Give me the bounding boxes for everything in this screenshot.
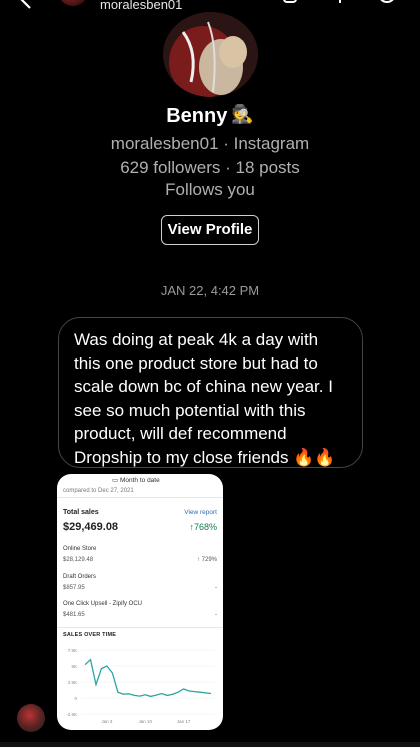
sales-row-label: One Click Upsell - Zipify OCU (63, 601, 143, 607)
header-avatar[interactable] (58, 0, 88, 6)
y-tick-label: 2.5K (68, 680, 77, 685)
message-bubble[interactable]: Was doing at peak 4k a day with this one… (58, 317, 363, 468)
date-range-button: ▭ Month to date (112, 476, 160, 484)
sales-row-change: ↑ 729% (196, 557, 217, 563)
divider (57, 627, 223, 628)
composer-edge (0, 742, 420, 747)
total-sales-label: Total sales (63, 509, 99, 516)
detective-emoji: 🕵 (231, 104, 254, 124)
view-report-link: View report (184, 509, 217, 516)
sales-chart: 7.5K 5K 2.5K 0 -2.5K Jan 3 Jan 10 Jan 17 (66, 648, 215, 724)
chart-title: SALES OVER TIME (63, 632, 117, 638)
sales-row-label: Draft Orders (63, 574, 97, 580)
y-tick-label: -2.5K (66, 712, 77, 717)
total-sales-change: ↑768% (189, 522, 217, 532)
sales-series-line (84, 658, 212, 698)
sales-row-value: $28,129.48 (63, 557, 94, 563)
y-tick-label: 0 (74, 696, 77, 701)
total-sales-value: $29,469.08 (63, 521, 119, 533)
profile-photo (163, 12, 258, 97)
profile-name-row: Benny 🕵 (0, 104, 420, 128)
sales-row-change: - (215, 612, 217, 618)
profile-handle: moralesben01 · Instagram (110, 134, 310, 153)
y-tick-label: 5K (71, 664, 77, 669)
x-tick-label: Jan 17 (177, 719, 191, 724)
sales-row-change: - (215, 585, 217, 591)
x-tick-label: Jan 10 (139, 719, 153, 724)
y-tick-label: 7.5K (68, 648, 77, 653)
calendar-icon: ▭ (112, 477, 119, 484)
profile-avatar[interactable] (163, 12, 258, 97)
profile-name: Benny (166, 105, 228, 127)
sales-row-value: $857.95 (63, 585, 85, 591)
phone-icon[interactable] (331, 0, 349, 6)
compare-label: compared to Dec 27, 2021 (63, 488, 134, 494)
divider (57, 497, 223, 498)
info-icon[interactable] (378, 0, 396, 6)
sales-row-value: $481.65 (63, 612, 85, 618)
message-timestamp: JAN 22, 4:42 PM (160, 283, 260, 298)
sender-avatar[interactable] (17, 704, 45, 732)
profile-stats: 629 followers · 18 posts (120, 158, 300, 177)
date-range-label: Month to date (119, 477, 160, 484)
video-call-icon[interactable] (283, 0, 301, 6)
header-username[interactable]: moralesben01 (100, 0, 182, 12)
sales-row-label: Online Store (63, 546, 97, 552)
image-attachment[interactable]: ▭ Month to date compared to Dec 27, 2021… (57, 474, 223, 730)
follows-you-label: Follows you (165, 180, 255, 199)
back-arrow-icon[interactable] (16, 0, 36, 10)
view-profile-button[interactable]: View Profile (161, 215, 259, 245)
x-tick-label: Jan 3 (101, 719, 113, 724)
